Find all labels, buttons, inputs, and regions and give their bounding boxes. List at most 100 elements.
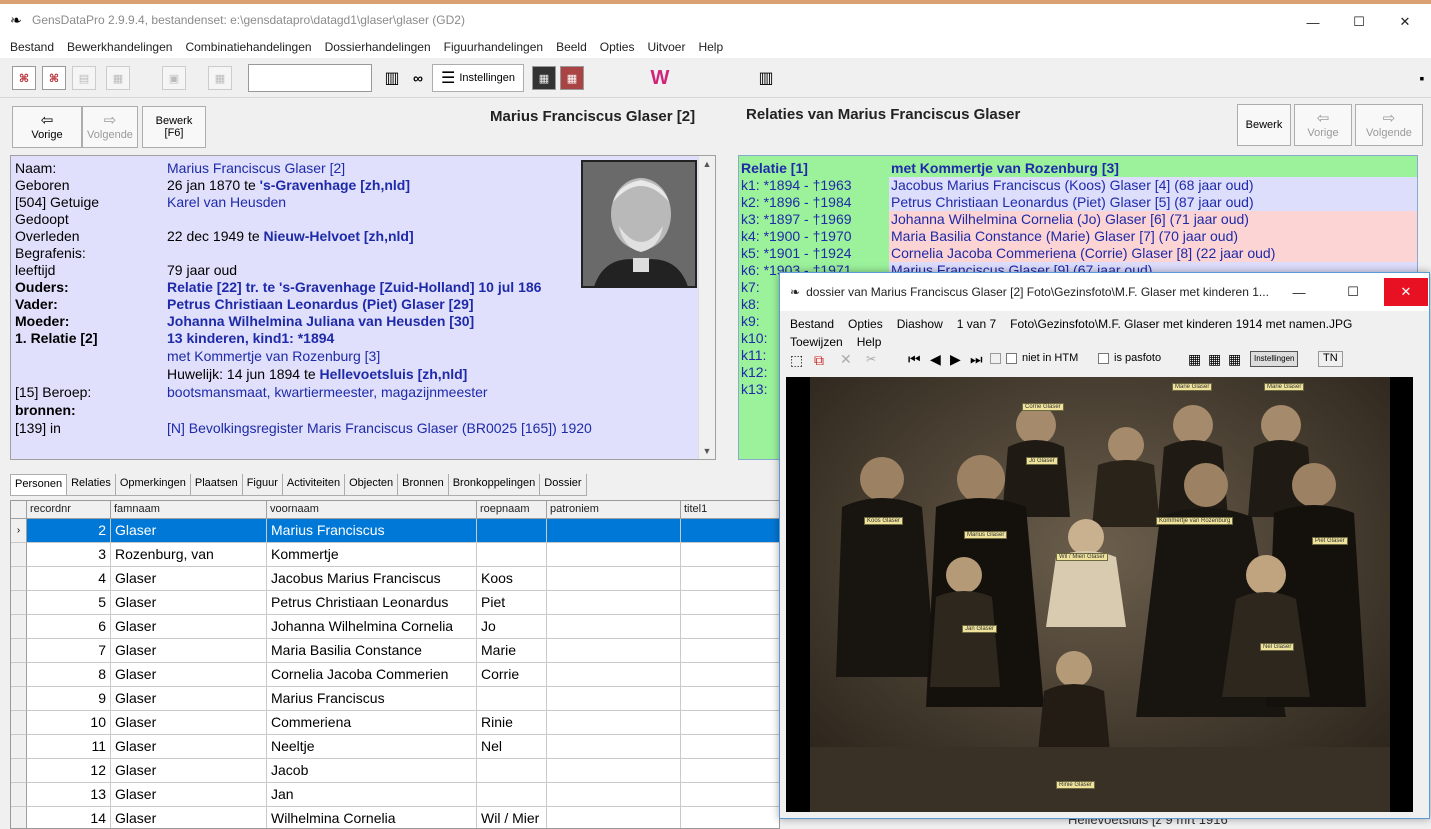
table-cell-famnaam[interactable]: Rozenburg, van [111, 543, 267, 567]
book-stack-button[interactable]: ▥ [754, 64, 778, 92]
table-cell-famnaam[interactable]: Glaser [111, 783, 267, 807]
col-patroniem[interactable]: patroniem [547, 501, 681, 519]
table-cell-patroniem[interactable] [547, 591, 681, 615]
table-cell-titel1[interactable] [681, 783, 779, 807]
table-cell-roepnaam[interactable] [477, 783, 547, 807]
row-indicator[interactable] [11, 639, 27, 663]
table-cell-titel1[interactable] [681, 687, 779, 711]
table-row[interactable]: 3 Rozenburg, van Kommertje [11, 543, 779, 567]
child-row[interactable]: k5: *1901 - †1924 Cornelia Jacoba Commeri… [739, 245, 1417, 262]
table-cell-patroniem[interactable] [547, 783, 681, 807]
table-cell-recordnr[interactable]: 11 [27, 735, 111, 759]
table-cell-patroniem[interactable] [547, 519, 681, 543]
photo-name-tag[interactable]: Rinie Glaser [1056, 781, 1096, 789]
table-cell-roepnaam[interactable] [477, 519, 547, 543]
next-button[interactable]: ⇨ Volgende [82, 106, 138, 148]
relation-next-button[interactable]: ⇨ Volgende [1355, 104, 1423, 146]
table-cell-roepnaam[interactable]: Jo [477, 615, 547, 639]
photo-name-tag[interactable]: Marie Glaser [1172, 383, 1213, 391]
cut-icon[interactable]: ✂ [866, 352, 876, 366]
photo-name-tag[interactable]: Wil / Mien Glaser [1056, 553, 1108, 561]
tab-bronkoppelingen[interactable]: Bronkoppelingen [448, 474, 541, 495]
save-button[interactable]: ▪ [1410, 64, 1431, 92]
menu-bestand[interactable]: Bestand [10, 40, 54, 54]
col-recordnr[interactable]: recordnr [27, 501, 111, 519]
new-tag-icon[interactable]: ⧉ [814, 352, 824, 369]
table-cell-titel1[interactable] [681, 567, 779, 591]
table-cell-roepnaam[interactable]: Marie [477, 639, 547, 663]
grid-icon[interactable]: ▦ [1228, 351, 1241, 368]
menu-beeld[interactable]: Beeld [556, 40, 587, 54]
dossier-instellingen-button[interactable]: Instellingen [1250, 351, 1299, 367]
tool-5-button[interactable]: ▣ [162, 64, 186, 92]
row-indicator[interactable] [11, 807, 27, 828]
photo-name-tag[interactable]: Marie Glaser [1264, 383, 1305, 391]
table-row[interactable]: 4 Glaser Jacobus Marius Franciscus Koos [11, 567, 779, 591]
table-cell-roepnaam[interactable]: Koos [477, 567, 547, 591]
row-indicator[interactable]: › [11, 519, 27, 543]
tab-figuur[interactable]: Figuur [242, 474, 283, 495]
tool-3-button[interactable]: ▤ [72, 64, 96, 92]
dossier-close-button[interactable]: ✕ [1384, 278, 1428, 306]
scroll-up-icon[interactable]: ▲ [699, 156, 715, 172]
dossier-minimize-button[interactable]: — [1276, 278, 1322, 306]
table-cell-recordnr[interactable]: 13 [27, 783, 111, 807]
menu-opties[interactable]: Opties [600, 40, 635, 54]
table-cell-voornaam[interactable]: Kommertje [267, 543, 477, 567]
delete-icon[interactable]: ✕ [840, 351, 852, 368]
table-cell-titel1[interactable] [681, 519, 779, 543]
child-row[interactable]: k1: *1894 - †1963 Jacobus Marius Francisc… [739, 177, 1417, 194]
box-icon[interactable] [990, 353, 1001, 364]
dossier-menu-diashow[interactable]: Diashow [897, 317, 943, 331]
table-cell-patroniem[interactable] [547, 567, 681, 591]
table-cell-voornaam[interactable]: Marius Franciscus [267, 519, 477, 543]
row-indicator[interactable] [11, 687, 27, 711]
menu-uitvoer[interactable]: Uitvoer [647, 40, 685, 54]
table-cell-titel1[interactable] [681, 639, 779, 663]
table-cell-patroniem[interactable] [547, 807, 681, 828]
table-cell-patroniem[interactable] [547, 735, 681, 759]
table-cell-patroniem[interactable] [547, 759, 681, 783]
tool-6-button[interactable]: ▦ [208, 64, 232, 92]
table-row[interactable]: 7 Glaser Maria Basilia Constance Marie [11, 639, 779, 663]
table-cell-recordnr[interactable]: 12 [27, 759, 111, 783]
previous-icon[interactable]: ◀ [930, 351, 941, 368]
table-cell-voornaam[interactable]: Petrus Christiaan Leonardus [267, 591, 477, 615]
tn-button[interactable]: TN [1318, 351, 1343, 367]
play-icon[interactable]: ▶ [950, 351, 961, 368]
table-cell-recordnr[interactable]: 9 [27, 687, 111, 711]
row-indicator[interactable] [11, 735, 27, 759]
row-indicator[interactable] [11, 783, 27, 807]
table-cell-recordnr[interactable]: 14 [27, 807, 111, 828]
table-cell-titel1[interactable] [681, 711, 779, 735]
table-row[interactable]: 12 Glaser Jacob [11, 759, 779, 783]
col-voornaam[interactable]: voornaam [267, 501, 477, 519]
menu-dossierhandelingen[interactable]: Dossierhandelingen [325, 40, 431, 54]
table-cell-famnaam[interactable]: Glaser [111, 639, 267, 663]
table-cell-patroniem[interactable] [547, 711, 681, 735]
table-cell-famnaam[interactable]: Glaser [111, 687, 267, 711]
table-cell-patroniem[interactable] [547, 615, 681, 639]
tab-objecten[interactable]: Objecten [345, 474, 399, 495]
photo-name-tag[interactable]: Marius Glaser [964, 531, 1008, 539]
scroll-down-icon[interactable]: ▼ [699, 443, 715, 459]
detail-scrollbar[interactable]: ▲ ▼ [698, 156, 715, 459]
table-cell-titel1[interactable] [681, 807, 779, 828]
relation-header-row[interactable]: Relatie [1] met Kommertje van Rozenburg … [739, 160, 1417, 177]
tab-relaties[interactable]: Relaties [67, 474, 116, 495]
table-cell-patroniem[interactable] [547, 663, 681, 687]
table-cell-recordnr[interactable]: 7 [27, 639, 111, 663]
table-cell-patroniem[interactable] [547, 543, 681, 567]
table-row[interactable]: 9 Glaser Marius Franciscus [11, 687, 779, 711]
menu-help[interactable]: Help [698, 40, 723, 54]
first-icon[interactable]: ⏮ [908, 351, 921, 368]
niet-in-htm-checkbox[interactable] [1006, 353, 1017, 364]
binoculars-button[interactable]: ∞ [406, 64, 430, 92]
tab-personen[interactable]: Personen [10, 474, 68, 495]
table-cell-famnaam[interactable]: Glaser [111, 711, 267, 735]
table-cell-titel1[interactable] [681, 759, 779, 783]
search-input[interactable] [248, 64, 372, 92]
table-cell-voornaam[interactable]: Wilhelmina Cornelia [267, 807, 477, 828]
word-button[interactable]: W [648, 64, 672, 92]
dossier-menu-bestand[interactable]: Bestand [790, 317, 834, 331]
